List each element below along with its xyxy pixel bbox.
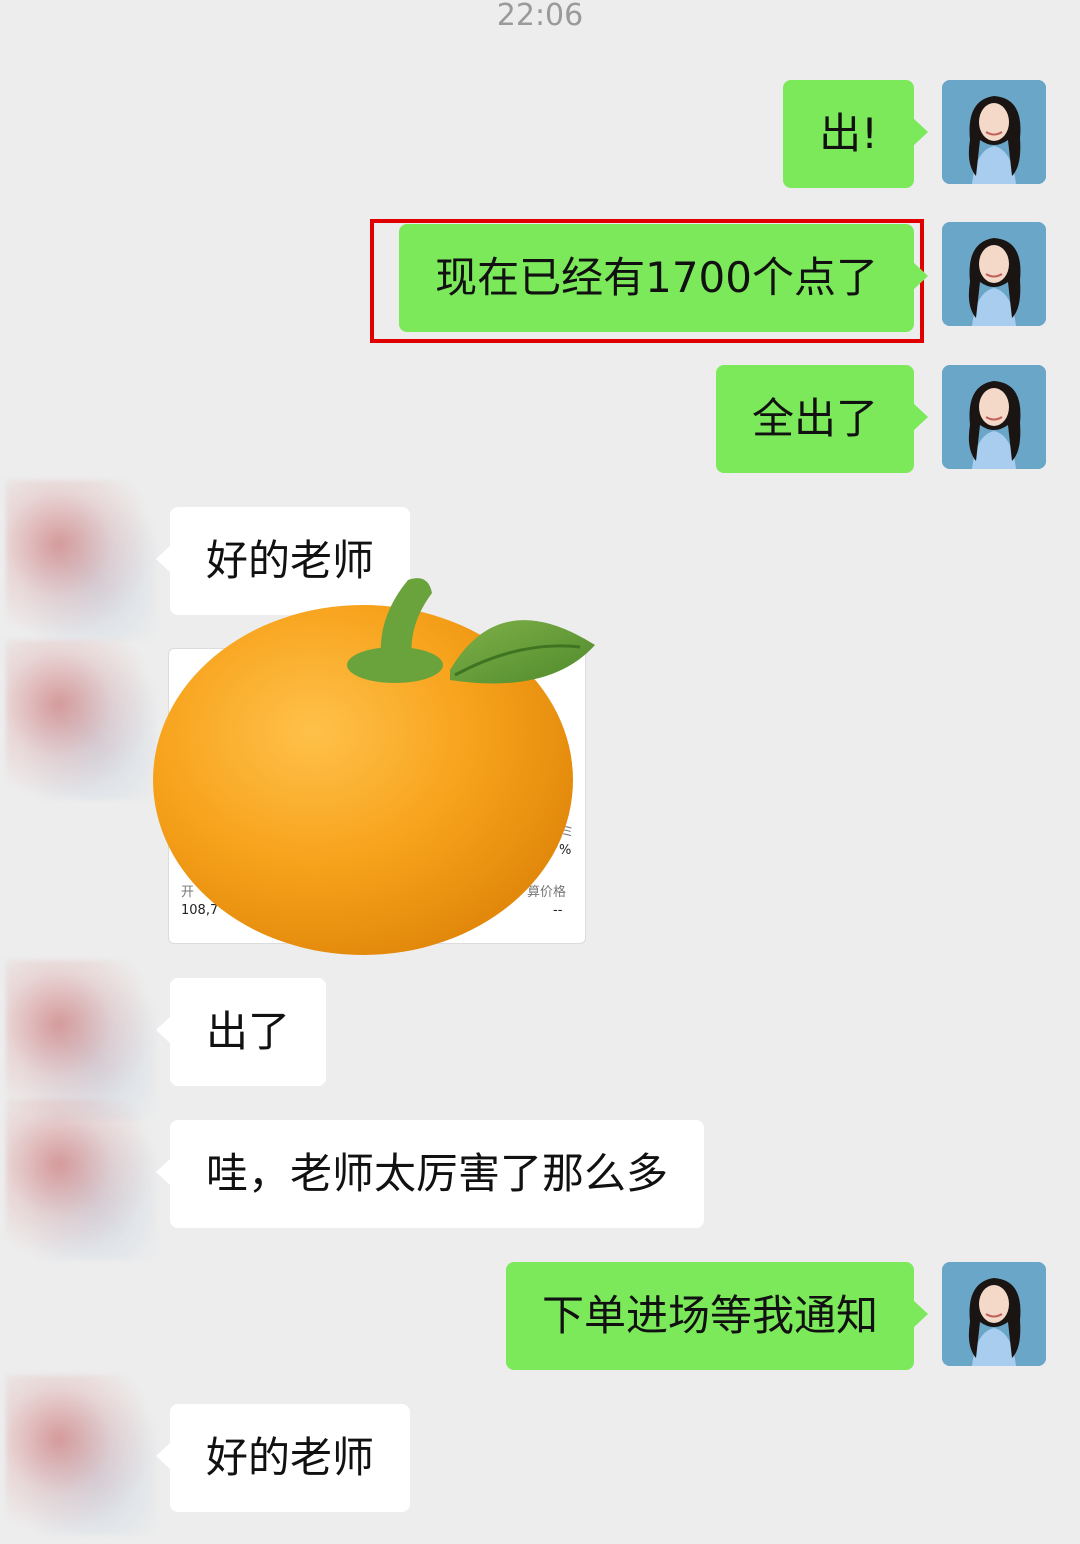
- chat-timestamp: 22:06: [496, 0, 584, 33]
- message-bubble[interactable]: 现在已经有1700个点了: [399, 224, 928, 332]
- message-text: 出了: [206, 1007, 291, 1056]
- message-text: 哇，老师太厉害了那么多: [206, 1149, 669, 1198]
- message-bubble[interactable]: 出!: [783, 80, 928, 188]
- my-avatar[interactable]: [942, 365, 1046, 469]
- orange-sticker-icon: [153, 578, 595, 955]
- message-bubble[interactable]: 好的老师: [155, 1404, 411, 1512]
- message-text: 全出了: [751, 394, 878, 443]
- my-avatar[interactable]: [942, 80, 1046, 184]
- message-bubble[interactable]: 出了: [155, 978, 327, 1086]
- contact-avatar[interactable]: [6, 960, 156, 1120]
- woman-portrait-icon: [942, 80, 1046, 184]
- my-avatar[interactable]: [942, 222, 1046, 326]
- contact-avatar[interactable]: [6, 1100, 156, 1260]
- woman-portrait-icon: [942, 222, 1046, 326]
- message-bubble[interactable]: 下单进场等我通知: [505, 1262, 929, 1370]
- message-bubble[interactable]: 全出了: [715, 365, 929, 473]
- message-text: 现在已经有1700个点了: [435, 253, 878, 302]
- message-bubble[interactable]: 哇，老师太厉害了那么多: [155, 1120, 705, 1228]
- message-text: 好的老师: [206, 1433, 375, 1482]
- my-avatar[interactable]: [942, 1262, 1046, 1366]
- message-text: 下单进场等我通知: [541, 1291, 878, 1340]
- message-text: 出!: [819, 109, 878, 158]
- woman-portrait-icon: [942, 365, 1046, 469]
- contact-avatar[interactable]: [6, 480, 156, 640]
- woman-portrait-icon: [942, 1262, 1046, 1366]
- contact-avatar[interactable]: [6, 640, 156, 800]
- contact-avatar[interactable]: [6, 1375, 156, 1535]
